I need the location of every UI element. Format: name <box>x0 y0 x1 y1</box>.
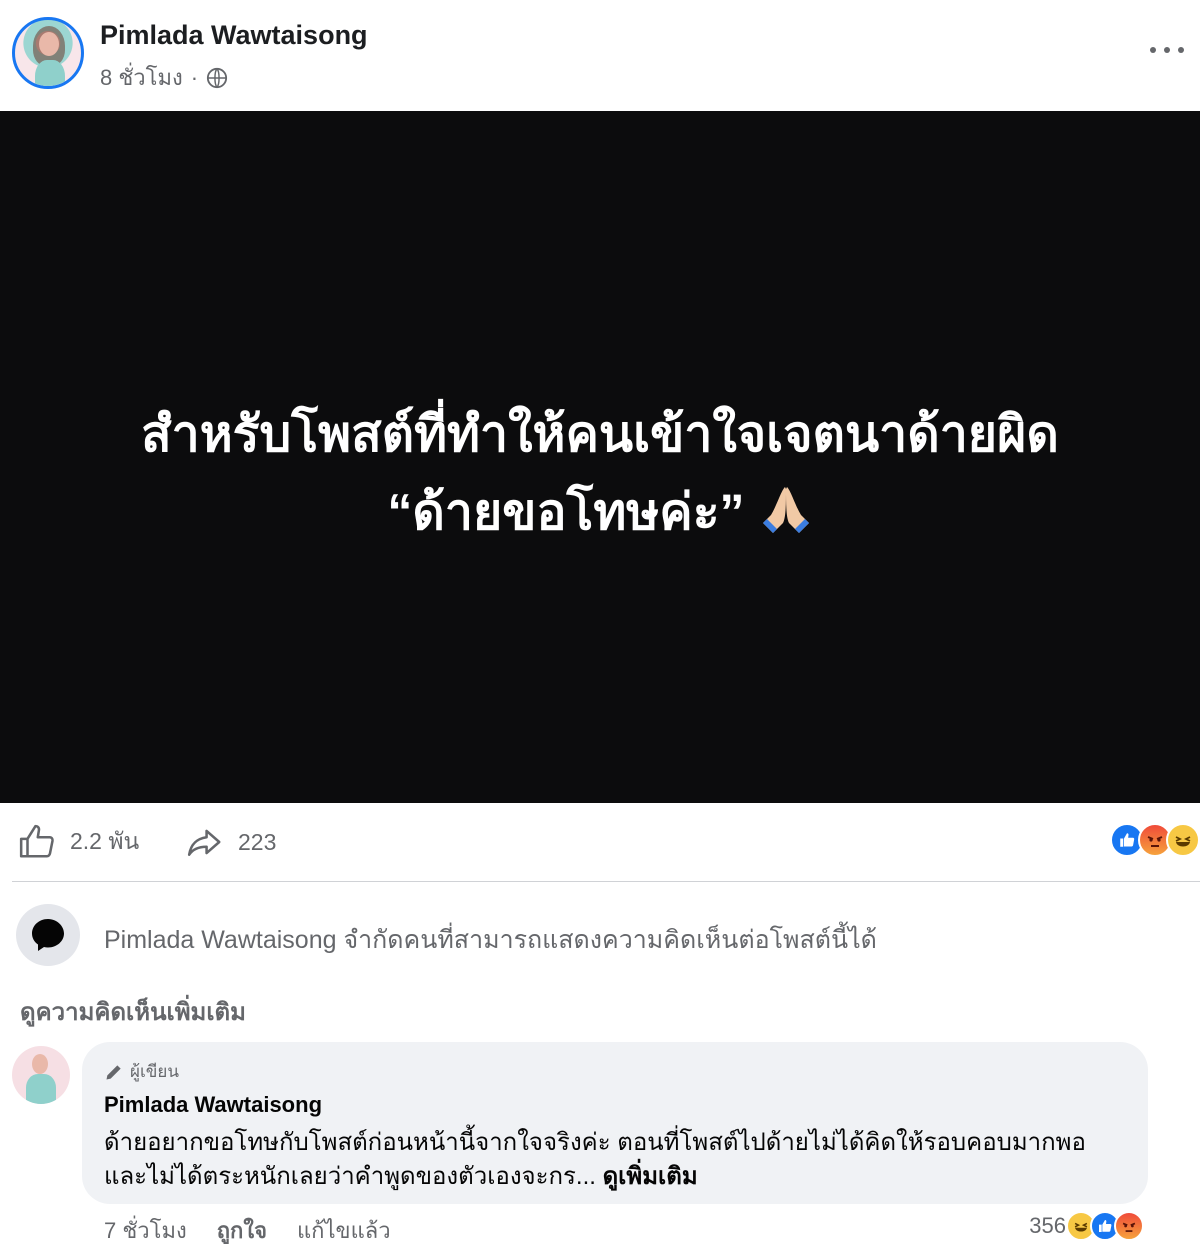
notice-text: Pimlada Wawtaisong จำกัดคนที่สามารถแสดงค… <box>104 926 877 954</box>
comment-restricted-icon <box>16 904 80 966</box>
like-stat[interactable]: 2.2 พัน <box>18 823 139 861</box>
author-name[interactable]: Pimlada Wawtaisong <box>100 20 368 51</box>
post-reactions[interactable] <box>1110 823 1200 857</box>
angry-reaction-icon <box>1114 1211 1144 1241</box>
author-badge: ผู้เขียน <box>104 1058 179 1085</box>
more-options-icon[interactable] <box>1150 38 1184 62</box>
comment-like-button[interactable]: ถูกใจ <box>217 1213 267 1248</box>
comment-bubble: ผู้เขียน Pimlada Wawtaisong ด้ายอยากขอโท… <box>82 1042 1148 1204</box>
comment-actions: 7 ชั่วโมง ถูกใจ แก้ไขแล้ว <box>104 1213 391 1248</box>
like-count: 2.2 พัน <box>70 828 140 854</box>
comment-reaction-count: 356 <box>1029 1213 1066 1238</box>
share-icon <box>187 829 221 856</box>
share-count: 223 <box>238 828 277 855</box>
post-image[interactable]: สำหรับโพสต์ที่ทำให้คนเข้าใจเจตนาด้ายผิด … <box>0 111 1200 803</box>
post-stats: 2.2 พัน 223 <box>0 815 1200 871</box>
comment-edited-label[interactable]: แก้ไขแล้ว <box>297 1213 391 1248</box>
see-more-link[interactable]: ดูเพิ่มเติม <box>603 1163 698 1190</box>
divider <box>12 881 1200 882</box>
comment-restriction-notice: Pimlada Wawtaisong จำกัดคนที่สามารถแสดงค… <box>16 904 1196 966</box>
comment-time[interactable]: 7 ชั่วโมง <box>104 1213 187 1248</box>
post-meta: 8 ชั่วโมง · <box>100 60 228 95</box>
author-avatar[interactable] <box>12 17 84 89</box>
like-icon <box>19 824 54 858</box>
share-stat[interactable]: 223 <box>186 823 276 861</box>
view-more-comments-link[interactable]: ดูความคิดเห็นเพิ่มเติม <box>20 992 246 1031</box>
folded-hands-icon <box>762 487 809 533</box>
author-badge-label: ผู้เขียน <box>130 1062 179 1081</box>
comment-body: ด้ายอยากขอโทษกับโพสต์ก่อนหน้านี้จากใจจริ… <box>104 1129 1086 1190</box>
image-text-line2: “ด้ายขอโทษค่ะ” <box>387 484 745 540</box>
globe-icon <box>206 67 228 88</box>
meta-separator: · <box>190 64 199 90</box>
post-time[interactable]: 8 ชั่วโมง <box>100 60 183 95</box>
pencil-icon <box>106 1064 121 1079</box>
post-header: Pimlada Wawtaisong 8 ชั่วโมง · <box>0 0 1200 110</box>
comment-avatar[interactable] <box>12 1046 70 1104</box>
haha-reaction-icon <box>1166 823 1200 857</box>
comment-author[interactable]: Pimlada Wawtaisong <box>104 1092 322 1118</box>
comment-reactions[interactable]: 356 <box>1029 1211 1144 1241</box>
comment-text: ด้ายอยากขอโทษกับโพสต์ก่อนหน้านี้จากใจจริ… <box>104 1126 1124 1194</box>
image-text-line2-wrap: “ด้ายขอโทษค่ะ” <box>0 473 1200 552</box>
image-text-line1: สำหรับโพสต์ที่ทำให้คนเข้าใจเจตนาด้ายผิด <box>141 406 1059 462</box>
